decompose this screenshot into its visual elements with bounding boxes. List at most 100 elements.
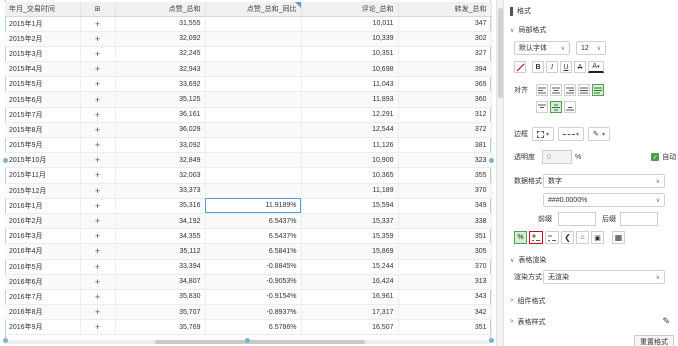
row-date-cell[interactable]: 2015年5月 (5, 76, 81, 93)
row-comments-cell[interactable]: 10,698 (301, 61, 399, 78)
panel-scroll-thumb[interactable] (498, 8, 503, 98)
row-expand-icon[interactable]: + (80, 152, 116, 169)
resize-handle-left[interactable] (3, 158, 8, 163)
row-shares-cell[interactable]: 338 (398, 213, 492, 230)
row-ratio-cell[interactable] (205, 46, 302, 63)
row-comments-cell[interactable]: 17,317 (301, 304, 399, 321)
horizontal-scroll-thumb[interactable] (155, 340, 365, 344)
row-date-cell[interactable]: 2015年9月 (5, 137, 81, 154)
row-ratio-cell[interactable] (205, 107, 302, 123)
row-expand-icon[interactable]: + (80, 198, 116, 214)
border-color-select[interactable]: ✎ ▾ (588, 127, 610, 141)
row-expand-icon[interactable]: + (80, 228, 116, 245)
row-comments-cell[interactable]: 16,424 (301, 274, 399, 290)
edit-icon[interactable]: ✎ (662, 316, 670, 327)
row-expand-icon[interactable]: + (80, 304, 116, 321)
row-comments-cell[interactable]: 11,126 (301, 137, 399, 154)
valign-middle-button[interactable] (550, 101, 562, 113)
row-ratio-cell[interactable]: 11.9189% (205, 198, 302, 214)
row-shares-cell[interactable]: 360 (398, 91, 492, 108)
row-date-cell[interactable]: 2015年4月 (5, 61, 81, 78)
opacity-input[interactable]: 0 (542, 150, 572, 164)
row-likes-cell[interactable]: 35,769 (115, 319, 206, 336)
row-expand-icon[interactable]: + (80, 107, 116, 123)
row-expand-icon[interactable]: + (80, 183, 116, 199)
row-likes-cell[interactable]: 33,092 (115, 137, 206, 154)
header-comments[interactable]: 评论_总和 (301, 2, 399, 17)
row-ratio-cell[interactable] (205, 167, 302, 184)
row-expand-icon[interactable]: + (80, 31, 116, 47)
row-ratio-cell[interactable] (205, 137, 302, 154)
row-comments-cell[interactable]: 11,043 (301, 76, 399, 93)
align-right-button[interactable] (564, 84, 576, 96)
row-comments-cell[interactable]: 10,900 (301, 152, 399, 169)
row-shares-cell[interactable]: 351 (398, 319, 492, 336)
font-size-select[interactable]: 12 ∨ (576, 41, 606, 55)
row-ratio-cell[interactable] (205, 152, 302, 169)
resize-handle-bottom[interactable] (245, 338, 250, 343)
section-table-style[interactable]: > 表格样式 ✎ (510, 316, 670, 327)
row-comments-cell[interactable]: 15,244 (301, 259, 399, 275)
row-date-cell[interactable]: 2015年3月 (5, 46, 81, 63)
row-expand-icon[interactable]: + (80, 91, 116, 108)
row-shares-cell[interactable]: 327 (398, 46, 492, 63)
row-expand-icon[interactable]: + (80, 76, 116, 93)
row-ratio-cell[interactable] (205, 183, 302, 199)
border-position-select[interactable]: ▾ (532, 127, 554, 141)
currency-button[interactable]: ⌂ (576, 231, 589, 244)
text-format-button[interactable]: ▣ (591, 231, 604, 244)
row-comments-cell[interactable]: 12,544 (301, 122, 399, 139)
row-date-cell[interactable]: 2015年7月 (5, 107, 81, 123)
row-comments-cell[interactable]: 11,189 (301, 183, 399, 199)
align-justify-button[interactable] (578, 84, 590, 96)
row-expand-icon[interactable]: + (80, 122, 116, 139)
valign-top-button[interactable] (536, 101, 548, 113)
font-color-button[interactable]: A ▾ (588, 61, 604, 73)
row-expand-icon[interactable]: + (80, 259, 116, 275)
decrease-decimal-button[interactable] (545, 231, 559, 244)
number-pattern-select[interactable]: ###0.0000% ∨ (543, 193, 665, 207)
row-comments-cell[interactable]: 10,339 (301, 31, 399, 47)
row-ratio-cell[interactable]: 6.5786% (205, 319, 302, 336)
row-likes-cell[interactable]: 32,849 (115, 152, 206, 169)
row-shares-cell[interactable]: 370 (398, 259, 492, 275)
row-expand-icon[interactable]: + (80, 167, 116, 184)
font-family-select[interactable]: 默认字体 ∨ (514, 41, 570, 55)
row-ratio-cell[interactable] (205, 61, 302, 78)
row-date-cell[interactable]: 2016年5月 (5, 259, 81, 275)
row-shares-cell[interactable]: 343 (398, 289, 492, 306)
percent-format-button[interactable]: % (514, 231, 527, 244)
header-shares[interactable]: 转发_总和 (398, 2, 492, 17)
row-ratio-cell[interactable]: -0.8937% (205, 304, 302, 321)
row-date-cell[interactable]: 2015年8月 (5, 122, 81, 139)
row-date-cell[interactable]: 2016年3月 (5, 228, 81, 245)
row-ratio-cell[interactable]: 6.5437% (205, 213, 302, 230)
row-comments-cell[interactable]: 12,291 (301, 107, 399, 123)
row-expand-icon[interactable]: + (80, 274, 116, 290)
section-local-format[interactable]: ∨ 局部格式 (510, 25, 546, 35)
row-shares-cell[interactable]: 313 (398, 274, 492, 290)
bold-button[interactable]: B (532, 61, 544, 73)
row-date-cell[interactable]: 2016年2月 (5, 213, 81, 230)
row-expand-icon[interactable]: + (80, 243, 116, 260)
row-ratio-cell[interactable] (205, 16, 302, 32)
row-likes-cell[interactable]: 35,112 (115, 243, 206, 260)
row-likes-cell[interactable]: 35,125 (115, 91, 206, 108)
row-expand-icon[interactable]: + (80, 213, 116, 230)
row-date-cell[interactable]: 2015年6月 (5, 91, 81, 108)
row-likes-cell[interactable]: 33,373 (115, 183, 206, 199)
prefix-input[interactable] (558, 212, 596, 226)
row-likes-cell[interactable]: 35,707 (115, 304, 206, 321)
border-style-select[interactable]: ▾ (558, 127, 584, 141)
row-date-cell[interactable]: 2016年6月 (5, 274, 81, 290)
row-expand-icon[interactable]: + (80, 319, 116, 336)
checkbox-checked-icon[interactable]: ✓ (651, 153, 660, 161)
row-ratio-cell[interactable]: -0.8845% (205, 259, 302, 275)
row-comments-cell[interactable]: 11,893 (301, 91, 399, 108)
row-comments-cell[interactable]: 16,961 (301, 289, 399, 306)
row-ratio-cell[interactable]: 6.5841% (205, 243, 302, 260)
row-date-cell[interactable]: 2016年4月 (5, 243, 81, 260)
row-date-cell[interactable]: 2016年9月 (5, 319, 81, 336)
row-date-cell[interactable]: 2015年11月 (5, 167, 81, 184)
header-date[interactable]: 年月_交易时间 (5, 2, 81, 17)
